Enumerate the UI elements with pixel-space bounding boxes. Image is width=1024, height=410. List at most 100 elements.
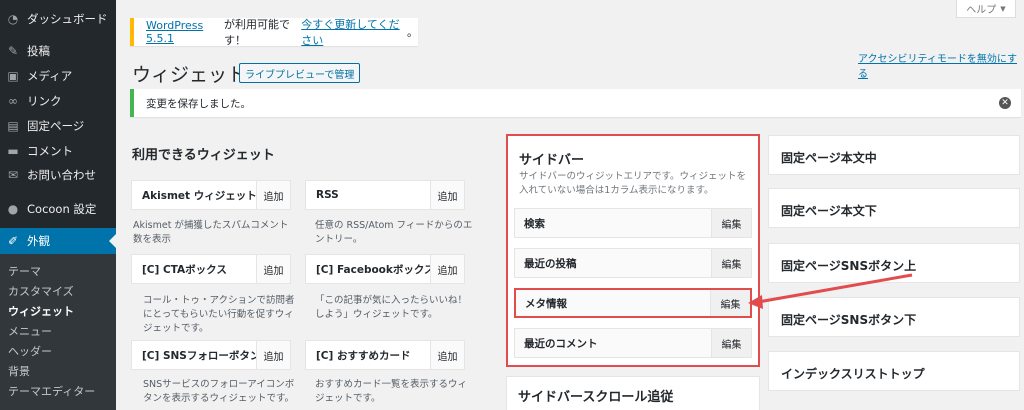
widget-area-title: 固定ページ本文中 bbox=[781, 151, 877, 165]
edit-button[interactable]: 編集 bbox=[711, 329, 751, 357]
update-notice: WordPress 5.5.1 が利用可能です！ 今すぐ更新してください 。 bbox=[130, 16, 418, 48]
mail-icon: ✉ bbox=[7, 168, 19, 182]
widget-area-title: インデックスリストトップ bbox=[781, 367, 925, 381]
available-widgets-title: 利用できるウィジェット bbox=[132, 148, 275, 163]
menu-comments[interactable]: ▬ コメント bbox=[0, 140, 116, 162]
widget-desc: 任意の RSS/Atom フィードからのエントリー。 bbox=[315, 220, 473, 245]
submenu-header[interactable]: ヘッダー bbox=[8, 343, 52, 359]
current-arrow bbox=[109, 234, 116, 248]
live-preview-button[interactable]: ライブプレビューで管理 bbox=[239, 63, 361, 83]
link-icon: ∞ bbox=[8, 94, 18, 108]
accessibility-mode-link[interactable]: アクセシビリティモードを無効にする bbox=[858, 50, 1024, 80]
sidebar-widget-search[interactable]: 検索 編集 bbox=[514, 208, 752, 238]
menu-label: 外観 bbox=[27, 234, 50, 248]
menu-label: コメント bbox=[27, 144, 73, 158]
widget-title: メタ情報 bbox=[525, 297, 567, 310]
widget-area-title: 固定ページSNSボタン上 bbox=[781, 259, 917, 273]
widget-desc: SNSサービスのフォローアイコンボタンを表示するウィジェットです。 bbox=[143, 379, 295, 404]
saved-notice-text: 変更を保存しました。 bbox=[146, 97, 251, 110]
sidebar-widget-area[interactable]: サイドバー サイドバーのウィジットエリアです。ウィジェットを入れていない場合は1… bbox=[506, 134, 760, 367]
sidebar-title: サイドバー bbox=[519, 153, 585, 168]
widget-area-page-sns-top[interactable]: 固定ページSNSボタン上 bbox=[768, 243, 1020, 283]
cocoon-icon: ● bbox=[7, 202, 19, 216]
menu-appearance[interactable]: ✐ 外観 bbox=[0, 228, 116, 254]
update-now-link[interactable]: 今すぐ更新してください bbox=[301, 16, 407, 48]
add-button[interactable]: 追加 bbox=[256, 255, 290, 283]
help-tab[interactable]: ヘルプ ▼ bbox=[956, 0, 1016, 18]
menu-contact[interactable]: ✉ お問い合わせ bbox=[0, 164, 116, 186]
sidebar-widget-recent-posts[interactable]: 最近の投稿 編集 bbox=[514, 248, 752, 278]
page-title: ウィジェット bbox=[132, 64, 247, 86]
menu-posts[interactable]: ✎ 投稿 bbox=[0, 40, 116, 62]
widget-title: Akismet ウィジェット bbox=[142, 189, 256, 202]
sidebar-scroll-area[interactable]: サイドバースクロール追従 bbox=[506, 376, 760, 410]
menu-dashboard[interactable]: ◔ ダッシュボード bbox=[0, 8, 116, 30]
widget-area-page-sns-bottom[interactable]: 固定ページSNSボタン下 bbox=[768, 297, 1020, 337]
widget-title: 検索 bbox=[524, 217, 545, 230]
submenu-themes[interactable]: テーマ bbox=[8, 263, 41, 279]
menu-label: 固定ページ bbox=[27, 119, 85, 133]
help-label: ヘルプ bbox=[966, 5, 997, 16]
widget-area-index-top[interactable]: インデックスリストトップ bbox=[768, 351, 1020, 391]
sidebar-widget-meta[interactable]: メタ情報 編集 bbox=[514, 288, 752, 318]
widget-desc: コール・トゥ・アクションで訪問者にとってもらいたい行動を促すウィジェットです。 bbox=[143, 295, 295, 334]
sidebar-widget-recent-comments[interactable]: 最近のコメント 編集 bbox=[514, 328, 752, 358]
menu-label: ダッシュボード bbox=[27, 12, 108, 26]
widget-desc: Akismet が捕獲したスパムコメント数を表示 bbox=[133, 220, 289, 245]
menu-label: お問い合わせ bbox=[27, 168, 96, 182]
widget-desc: おすすめカード一覧を表示するウィジェットです。 bbox=[315, 379, 468, 404]
wordpress-version-link[interactable]: WordPress 5.5.1 bbox=[146, 19, 224, 45]
submenu-customize[interactable]: カスタマイズ bbox=[8, 283, 74, 299]
menu-pages[interactable]: ▤ 固定ページ bbox=[0, 115, 116, 137]
add-button[interactable]: 追加 bbox=[256, 181, 290, 209]
widget-area-page-bottom[interactable]: 固定ページ本文下 bbox=[768, 188, 1020, 228]
widget-sns-follow[interactable]: [C] SNSフォローボタン 追加 bbox=[131, 340, 291, 370]
add-button[interactable]: 追加 bbox=[430, 181, 464, 209]
submenu-background[interactable]: 背景 bbox=[8, 363, 30, 379]
add-button[interactable]: 追加 bbox=[430, 255, 464, 283]
saved-notice: 変更を保存しました。 ✕ bbox=[130, 89, 1021, 117]
widget-title: [C] Facebookボックス bbox=[316, 263, 430, 276]
widget-recommend-card[interactable]: [C] おすすめカード 追加 bbox=[305, 340, 465, 370]
menu-label: Cocoon 設定 bbox=[27, 202, 97, 216]
widget-desc: 「この記事が気に入ったらいいね！しよう」ウィジェットです。 bbox=[315, 295, 468, 320]
menu-label: 投稿 bbox=[27, 44, 50, 58]
submenu-theme-editor[interactable]: テーマエディター bbox=[8, 383, 95, 399]
widget-area-title: 固定ページSNSボタン下 bbox=[781, 313, 917, 327]
appearance-icon: ✐ bbox=[7, 234, 19, 248]
widget-title: 最近の投稿 bbox=[524, 257, 577, 270]
sidebar-description: サイドバーのウィジットエリアです。ウィジェットを入れていない場合は1カラム表示に… bbox=[519, 171, 747, 196]
menu-label: リンク bbox=[27, 94, 62, 108]
chevron-down-icon: ▼ bbox=[1000, 4, 1006, 13]
widget-akismet[interactable]: Akismet ウィジェット 追加 bbox=[131, 180, 291, 210]
menu-cocoon[interactable]: ● Cocoon 設定 bbox=[0, 198, 116, 220]
submenu-widgets[interactable]: ウィジェット bbox=[8, 303, 74, 319]
edit-button[interactable]: 編集 bbox=[711, 209, 751, 237]
edit-button[interactable]: 編集 bbox=[710, 290, 750, 316]
page-icon: ▤ bbox=[7, 119, 19, 133]
widget-title: [C] おすすめカード bbox=[316, 349, 411, 362]
update-nag-end: 。 bbox=[407, 26, 418, 39]
add-button[interactable]: 追加 bbox=[430, 341, 464, 369]
menu-links[interactable]: ∞ リンク bbox=[0, 90, 116, 112]
widget-rss[interactable]: RSS 追加 bbox=[305, 180, 465, 210]
comment-icon: ▬ bbox=[7, 144, 19, 158]
add-button[interactable]: 追加 bbox=[256, 341, 290, 369]
submenu-menus[interactable]: メニュー bbox=[8, 323, 52, 339]
pin-icon: ✎ bbox=[7, 44, 19, 58]
menu-media[interactable]: ▣ メディア bbox=[0, 65, 116, 87]
sidebar-scroll-title: サイドバースクロール追従 bbox=[518, 390, 674, 405]
menu-label: メディア bbox=[27, 69, 73, 83]
widget-area-title: 固定ページ本文下 bbox=[781, 204, 877, 218]
widget-facebook[interactable]: [C] Facebookボックス 追加 bbox=[305, 254, 465, 284]
widget-title: [C] CTAボックス bbox=[142, 263, 227, 276]
dismiss-icon[interactable]: ✕ bbox=[999, 97, 1011, 109]
appearance-submenu: テーマ カスタマイズ ウィジェット メニュー ヘッダー 背景 テーマエディター bbox=[0, 254, 116, 410]
update-nag-text: が利用可能です！ bbox=[223, 18, 290, 47]
widget-title: RSS bbox=[316, 189, 339, 201]
widget-cta[interactable]: [C] CTAボックス 追加 bbox=[131, 254, 291, 284]
widget-title: [C] SNSフォローボタン bbox=[142, 349, 256, 362]
dashboard-icon: ◔ bbox=[7, 12, 19, 26]
edit-button[interactable]: 編集 bbox=[711, 249, 751, 277]
widget-area-page-content[interactable]: 固定ページ本文中 bbox=[768, 135, 1020, 175]
